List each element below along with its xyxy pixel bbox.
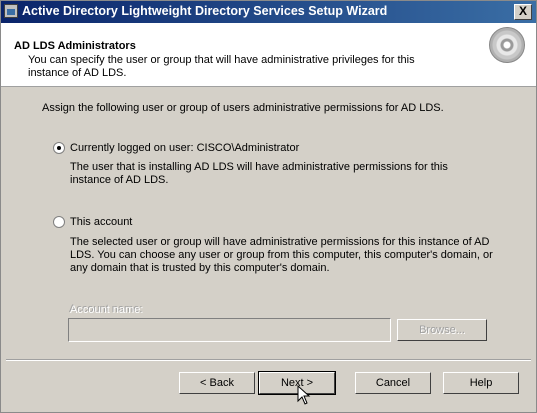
wizard-header: AD LDS Administrators You can specify th… [1,23,536,87]
current-user-radio[interactable] [53,142,65,154]
browse-button[interactable]: Browse... [397,319,487,341]
account-name-input[interactable] [68,318,391,342]
window-title: Active Directory Lightweight Directory S… [22,4,388,18]
current-user-description: The user that is installing AD LDS will … [70,161,448,186]
this-account-label[interactable]: This account [70,216,490,229]
current-user-label[interactable]: Currently logged on user: CISCO\Administ… [70,142,490,155]
page-title: AD LDS Administrators [14,40,136,52]
this-account-description: The selected user or group will have adm… [70,236,493,274]
cancel-button[interactable]: Cancel [355,372,431,394]
title-bar[interactable]: Active Directory Lightweight Directory S… [1,1,536,23]
account-name-label: Account name: [70,304,144,316]
back-button[interactable]: < Back [179,372,255,394]
page-subtitle: You can specify the user or group that w… [28,54,415,79]
mouse-cursor-icon [297,385,311,405]
close-button[interactable]: X [514,4,532,20]
window-icon [4,4,18,18]
setup-wizard-window: Active Directory Lightweight Directory S… [0,0,537,413]
instruction-text: Assign the following user or group of us… [42,102,444,114]
footer-divider [6,359,531,361]
cd-disc-icon [489,27,525,63]
help-button[interactable]: Help [443,372,519,394]
this-account-radio[interactable] [53,216,65,228]
